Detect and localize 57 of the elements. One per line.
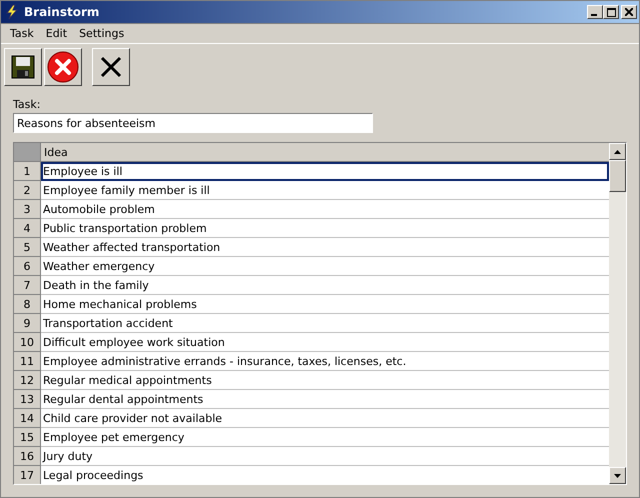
row-header[interactable]: 13 bbox=[14, 390, 41, 409]
table-cell[interactable]: Difficult employee work situation bbox=[41, 333, 609, 352]
row-header[interactable]: 5 bbox=[14, 238, 41, 257]
circle-x-icon bbox=[47, 51, 79, 83]
vertical-scrollbar[interactable] bbox=[609, 143, 626, 484]
table-cell[interactable]: Death in the family bbox=[41, 276, 609, 295]
menu-item[interactable]: Edit bbox=[40, 26, 74, 40]
delete-button[interactable] bbox=[92, 48, 130, 86]
maximize-button[interactable] bbox=[603, 5, 619, 19]
scroll-thumb[interactable] bbox=[609, 160, 626, 192]
x-icon bbox=[100, 56, 122, 78]
table-cell[interactable]: Employee family member is ill bbox=[41, 181, 609, 200]
scroll-up-button[interactable] bbox=[609, 143, 626, 160]
down-arrow-icon bbox=[614, 474, 621, 478]
table-cell[interactable]: Jury duty bbox=[41, 447, 609, 466]
window-title: Brainstorm bbox=[24, 5, 100, 19]
table-cell[interactable]: Employee is ill bbox=[41, 162, 609, 181]
menu-item[interactable]: Task bbox=[4, 26, 40, 40]
cancel-button[interactable] bbox=[44, 48, 82, 86]
row-header[interactable]: 17 bbox=[14, 466, 41, 484]
table-cell[interactable]: Automobile problem bbox=[41, 200, 609, 219]
table-cell[interactable]: Transportation accident bbox=[41, 314, 609, 333]
table-cell[interactable]: Employee pet emergency bbox=[41, 428, 609, 447]
row-header[interactable]: 10 bbox=[14, 333, 41, 352]
scroll-down-button[interactable] bbox=[609, 467, 626, 484]
table-cell[interactable]: Weather emergency bbox=[41, 257, 609, 276]
table-cell[interactable]: Public transportation problem bbox=[41, 219, 609, 238]
table-cell[interactable]: Child care provider not available bbox=[41, 409, 609, 428]
menu-item[interactable]: Settings bbox=[73, 26, 130, 40]
table-cell[interactable]: Weather affected transportation bbox=[41, 238, 609, 257]
row-header[interactable]: 11 bbox=[14, 352, 41, 371]
maximize-icon bbox=[606, 8, 616, 16]
minimize-button[interactable] bbox=[587, 5, 603, 19]
table-cell[interactable]: Regular dental appointments bbox=[41, 390, 609, 409]
row-header[interactable]: 9 bbox=[14, 314, 41, 333]
row-header[interactable]: 1 bbox=[14, 162, 41, 181]
row-header[interactable]: 7 bbox=[14, 276, 41, 295]
table-cell[interactable]: Home mechanical problems bbox=[41, 295, 609, 314]
row-header[interactable]: 3 bbox=[14, 200, 41, 219]
row-header[interactable]: 16 bbox=[14, 447, 41, 466]
row-header[interactable]: 12 bbox=[14, 371, 41, 390]
table-cell[interactable]: Regular medical appointments bbox=[41, 371, 609, 390]
row-header[interactable]: 4 bbox=[14, 219, 41, 238]
close-icon bbox=[625, 8, 633, 16]
row-header[interactable]: 14 bbox=[14, 409, 41, 428]
table-cell[interactable]: Employee administrative errands - insurance, taxes, licenses, etc. bbox=[41, 352, 609, 371]
up-arrow-icon bbox=[614, 150, 621, 154]
row-header[interactable]: 8 bbox=[14, 295, 41, 314]
row-header[interactable]: 15 bbox=[14, 428, 41, 447]
save-button[interactable] bbox=[4, 48, 42, 86]
column-header[interactable]: Idea bbox=[41, 143, 609, 162]
row-header[interactable]: 2 bbox=[14, 181, 41, 200]
lightning-icon bbox=[4, 4, 20, 20]
row-header[interactable]: 6 bbox=[14, 257, 41, 276]
task-field[interactable]: Reasons for absenteeism bbox=[13, 113, 373, 133]
task-label: Task: bbox=[13, 98, 42, 111]
close-button[interactable] bbox=[621, 5, 637, 19]
